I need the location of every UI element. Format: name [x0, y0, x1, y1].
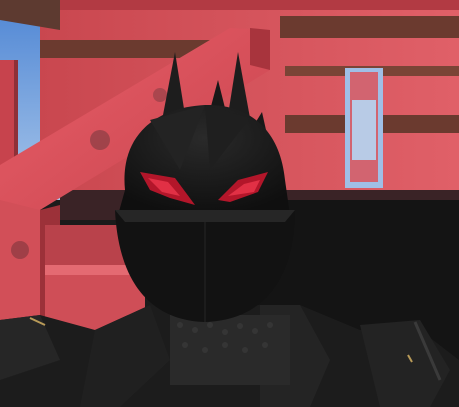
game-viewport[interactable] — [0, 0, 459, 407]
scene-canvas — [0, 0, 459, 407]
